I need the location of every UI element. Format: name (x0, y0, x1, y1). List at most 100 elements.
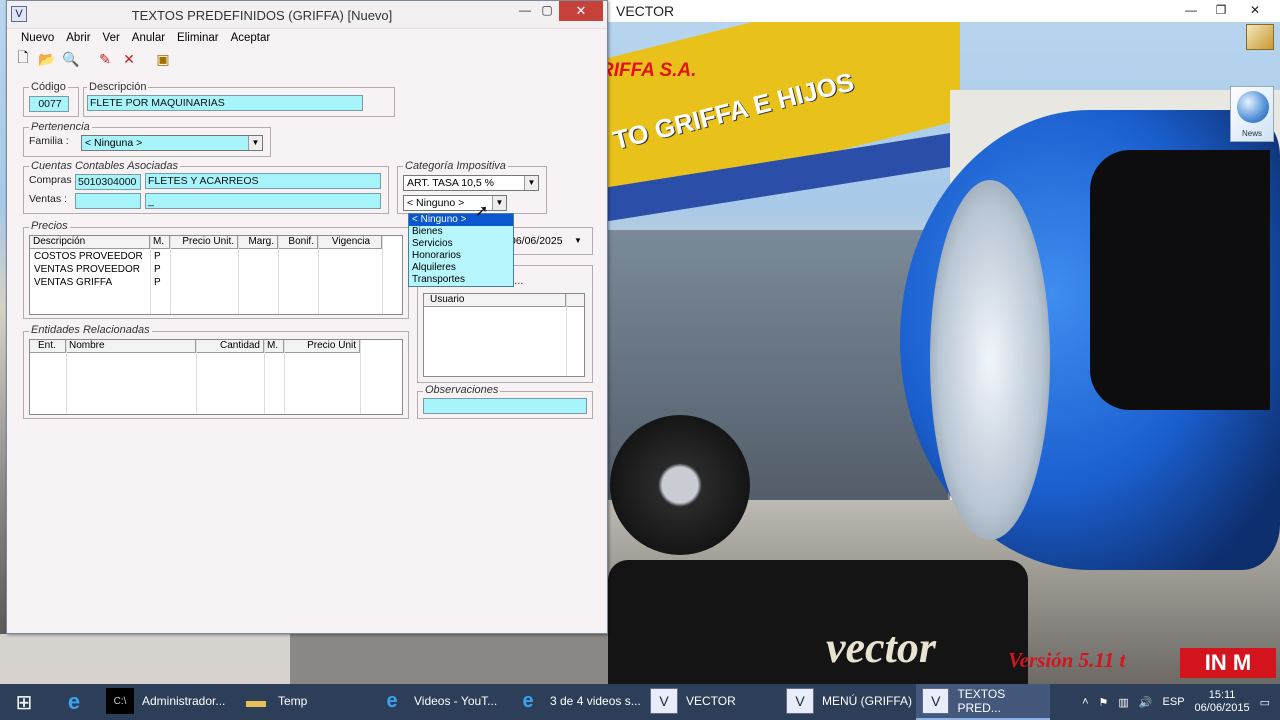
delete-icon[interactable]: ✕ (119, 49, 139, 69)
categoria-combo[interactable]: ART. TASA 10,5 % ▼ (403, 175, 539, 191)
ie-icon[interactable]: e (48, 684, 100, 720)
new-document-icon[interactable]: 🗋 (13, 49, 33, 69)
precios-grid[interactable]: Descripción M. Precio Unit. Marg. Bonif.… (29, 235, 403, 315)
tractor-headlight (930, 180, 1050, 540)
col-bonif[interactable]: Bonif. (278, 236, 318, 248)
system-tray: ˄ ⚑ ▥ 🔊 ESP 15:11 06/06/2015 ▭ (1082, 684, 1280, 720)
col-m[interactable]: M. (264, 340, 284, 352)
precio-m: P (154, 264, 161, 275)
news-gadget[interactable]: News (1230, 86, 1274, 142)
maximize-button[interactable]: ▢ (533, 1, 561, 21)
taskbar-item-vector[interactable]: V VECTOR (644, 684, 778, 720)
news-label: News (1241, 129, 1262, 138)
codigo-field[interactable]: 0077 (29, 96, 69, 112)
desktop-lower-left (0, 634, 290, 684)
clock-time: 15:11 (1208, 689, 1236, 701)
col-marg[interactable]: Marg. (238, 236, 278, 248)
col-precio-unit[interactable]: Precio Unit (284, 340, 360, 352)
clock[interactable]: 15:11 06/06/2015 (1195, 689, 1250, 715)
usuarios-grid[interactable]: Usuario (423, 293, 585, 377)
notification-icon[interactable]: ▭ (1260, 696, 1270, 709)
ventas-desc-field[interactable]: _ (145, 193, 381, 209)
col-precio-unit[interactable]: Precio Unit. (170, 236, 238, 248)
dropdown-option-ninguno[interactable]: < Ninguno > (409, 214, 513, 226)
menu-abrir[interactable]: Abrir (60, 32, 96, 44)
windows-start-icon[interactable]: ⊞ (0, 684, 48, 720)
col-vigencia[interactable]: Vigencia (318, 236, 382, 248)
precio-desc: VENTAS GRIFFA (34, 277, 113, 288)
chevron-up-icon[interactable]: ˄ (1082, 696, 1088, 708)
language-indicator[interactable]: ESP (1163, 696, 1185, 708)
dropdown-option-bienes[interactable]: Bienes (409, 226, 513, 238)
familia-combo[interactable]: < Ninguna > ▼ (81, 135, 263, 151)
table-row[interactable]: COSTOS PROVEEDOR P (30, 250, 170, 263)
taskbar-item-menu-griffa[interactable]: V MENÚ (GRIFFA) (780, 684, 914, 720)
search-icon[interactable]: 🔍 (61, 49, 81, 69)
menu-ver[interactable]: Ver (97, 32, 126, 44)
chevron-down-icon[interactable]: ▼ (248, 136, 262, 150)
ventas-label: Ventas : (29, 193, 67, 205)
menu-anular[interactable]: Anular (126, 32, 171, 44)
col-m[interactable]: M. (150, 236, 170, 248)
chevron-down-icon[interactable]: ▼ (492, 196, 506, 210)
menu-eliminar[interactable]: Eliminar (171, 32, 225, 44)
table-row[interactable]: VENTAS GRIFFA P (30, 276, 170, 289)
precio-desc: VENTAS PROVEEDOR (34, 264, 140, 275)
ventas-code-field[interactable] (75, 193, 141, 209)
pertenencia-label: Pertenencia (29, 121, 92, 133)
edit-icon[interactable]: ✎ (95, 49, 115, 69)
taskbar-item-label: VECTOR (686, 694, 736, 708)
taskbar-item-videos[interactable]: e Videos - YouT... (372, 684, 506, 720)
compras-code-field[interactable]: 5010304000 (75, 174, 141, 190)
col-descripcion[interactable]: Descripción (30, 236, 150, 248)
exit-icon[interactable]: ▣ (153, 49, 173, 69)
dropdown-option-servicios[interactable]: Servicios (409, 238, 513, 250)
compras-desc-field[interactable]: FLETES Y ACARREOS (145, 173, 381, 189)
precio-m: P (154, 277, 161, 288)
observaciones-label: Observaciones (423, 384, 501, 396)
categoria-dropdown-list[interactable]: < Ninguno > Bienes Servicios Honorarios … (408, 213, 514, 287)
menu-nuevo[interactable]: Nuevo (15, 32, 60, 44)
chevron-down-icon[interactable]: ▼ (524, 176, 538, 190)
taskbar-item-administrador[interactable]: C:\ Administrador... (100, 684, 234, 720)
dropdown-option-alquileres[interactable]: Alquileres (409, 262, 513, 274)
network-icon[interactable]: ▥ (1118, 696, 1128, 709)
tractor-grille (1090, 150, 1270, 410)
brand-top-text: RIFFA S.A. (600, 60, 697, 81)
taskbar-item-textos-pred[interactable]: V TEXTOS PRED... (916, 684, 1050, 720)
open-folder-icon[interactable]: 📂 (37, 49, 57, 69)
col-nombre[interactable]: Nombre (66, 340, 196, 352)
col-usuario[interactable]: Usuario (424, 294, 566, 306)
entidades-grid[interactable]: Ent. Nombre Cantidad M. Precio Unit (29, 339, 403, 415)
categoria2-combo[interactable]: < Ninguno > ▼ (403, 195, 507, 211)
descripcion-field[interactable]: FLETE POR MAQUINARIAS (87, 95, 363, 111)
close-button[interactable]: ✕ (559, 1, 603, 21)
flag-icon[interactable]: ⚑ (1099, 696, 1109, 709)
cmd-icon: C:\ (106, 688, 134, 714)
precio-m: P (154, 251, 161, 262)
taskbar-item-3de4[interactable]: e 3 de 4 videos s... (508, 684, 642, 720)
table-row[interactable]: VENTAS PROVEEDOR P (30, 263, 170, 276)
window-titlebar: V TEXTOS PREDEFINIDOS (GRIFFA) [Nuevo] —… (7, 1, 607, 29)
toolbar: 🗋 📂 🔍 ✎ ✕ ▣ (7, 47, 607, 71)
observaciones-field[interactable] (423, 398, 587, 414)
precio-desc: COSTOS PROVEEDOR (34, 251, 143, 262)
taskbar-item-label: TEXTOS PRED... (957, 687, 1006, 715)
vector-restore-button[interactable]: ❐ (1206, 0, 1236, 22)
dropdown-option-transportes[interactable]: Transportes (409, 274, 513, 286)
tools-icon[interactable] (1246, 24, 1274, 50)
ie-icon: e (522, 689, 534, 712)
chevron-down-icon[interactable]: ▼ (571, 234, 585, 248)
vector-icon: V (786, 688, 814, 714)
col-cantidad[interactable]: Cantidad (196, 340, 264, 352)
vector-close-button[interactable]: ✕ (1240, 0, 1270, 22)
vector-minimize-button[interactable]: — (1176, 0, 1206, 22)
col-ent[interactable]: Ent. (30, 340, 66, 352)
date-picker[interactable]: 06/06/2025 ▼ (507, 234, 585, 250)
dropdown-option-honorarios[interactable]: Honorarios (409, 250, 513, 262)
volume-icon[interactable]: 🔊 (1139, 696, 1153, 709)
tractor-tire (610, 415, 750, 555)
menu-bar: Nuevo Abrir Ver Anular Eliminar Aceptar (7, 29, 607, 47)
menu-aceptar[interactable]: Aceptar (225, 32, 277, 44)
taskbar-item-temp[interactable]: ▬ Temp (236, 684, 370, 720)
